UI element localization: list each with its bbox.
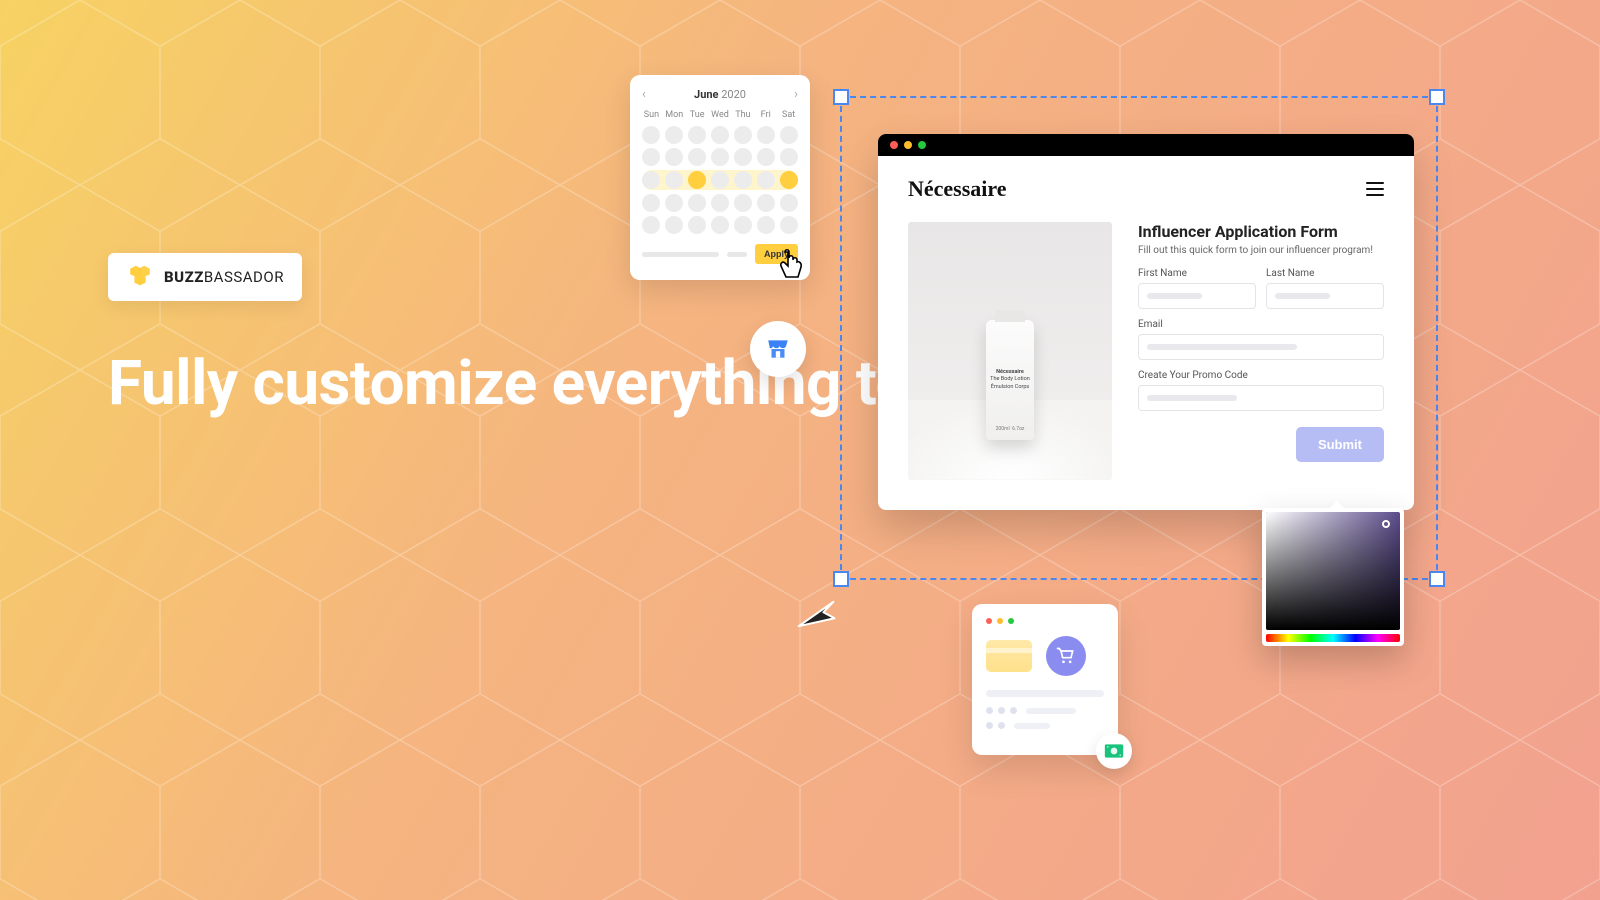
promo-input[interactable] (1138, 385, 1384, 411)
calendar-next-icon[interactable]: › (794, 87, 798, 102)
color-picker[interactable] (1262, 508, 1404, 646)
calendar-title: June 2020 (694, 88, 746, 101)
color-cursor-icon[interactable] (1382, 520, 1390, 528)
submit-button[interactable]: Submit (1296, 427, 1384, 462)
tube-label: Nécessaire The Body Lotion Émulsion Corp… (990, 369, 1030, 390)
logo-hex-icon (126, 263, 154, 291)
first-name-label: First Name (1138, 268, 1256, 279)
window-close-icon[interactable] (890, 141, 898, 149)
money-icon (1104, 743, 1124, 759)
skeleton-bar (986, 690, 1104, 697)
calendar-skeleton-bar (642, 252, 719, 257)
color-sv-panel[interactable] (1266, 512, 1400, 630)
credit-card-icon (986, 640, 1032, 672)
pointer-hand-icon (778, 248, 808, 282)
calendar-skeleton-bar (727, 252, 747, 257)
calendar-grid[interactable] (642, 126, 798, 234)
last-name-input[interactable] (1266, 283, 1384, 309)
last-name-label: Last Name (1266, 268, 1384, 279)
email-label: Email (1138, 319, 1384, 330)
browser-window: Nécessaire Nécessaire The Body Lotion Ém… (878, 134, 1414, 510)
color-hue-slider[interactable] (1266, 634, 1400, 642)
form-title: Influencer Application Form (1138, 222, 1384, 241)
form-subtitle: Fill out this quick form to join our inf… (1138, 245, 1384, 256)
promo-label: Create Your Promo Code (1138, 370, 1384, 381)
product-image: Nécessaire The Body Lotion Émulsion Corp… (908, 222, 1112, 480)
cursor-arrow-icon (795, 593, 837, 635)
browser-titlebar (878, 134, 1414, 156)
first-name-input[interactable] (1138, 283, 1256, 309)
application-form: Influencer Application Form Fill out thi… (1138, 222, 1384, 480)
calendar-day-headers: SunMonTueWedThuFriSat (642, 110, 798, 120)
window-traffic-lights (986, 618, 1104, 624)
cart-button[interactable] (1046, 636, 1086, 676)
cart-icon (1056, 646, 1076, 666)
storefront-icon (765, 336, 791, 362)
logo-text: BUZZBASSADOR (164, 268, 284, 286)
money-badge (1096, 733, 1132, 769)
window-max-icon[interactable] (918, 141, 926, 149)
hamburger-icon[interactable] (1366, 182, 1384, 197)
email-input[interactable] (1138, 334, 1384, 360)
skeleton-row (986, 722, 1104, 729)
site-brand: Nécessaire (908, 176, 1007, 202)
payment-card-widget (972, 604, 1118, 755)
skeleton-row (986, 707, 1104, 714)
calendar-prev-icon[interactable]: ‹ (642, 87, 646, 102)
window-min-icon[interactable] (904, 141, 912, 149)
logo-badge: BUZZBASSADOR (108, 253, 302, 301)
storefront-bubble (750, 321, 806, 377)
